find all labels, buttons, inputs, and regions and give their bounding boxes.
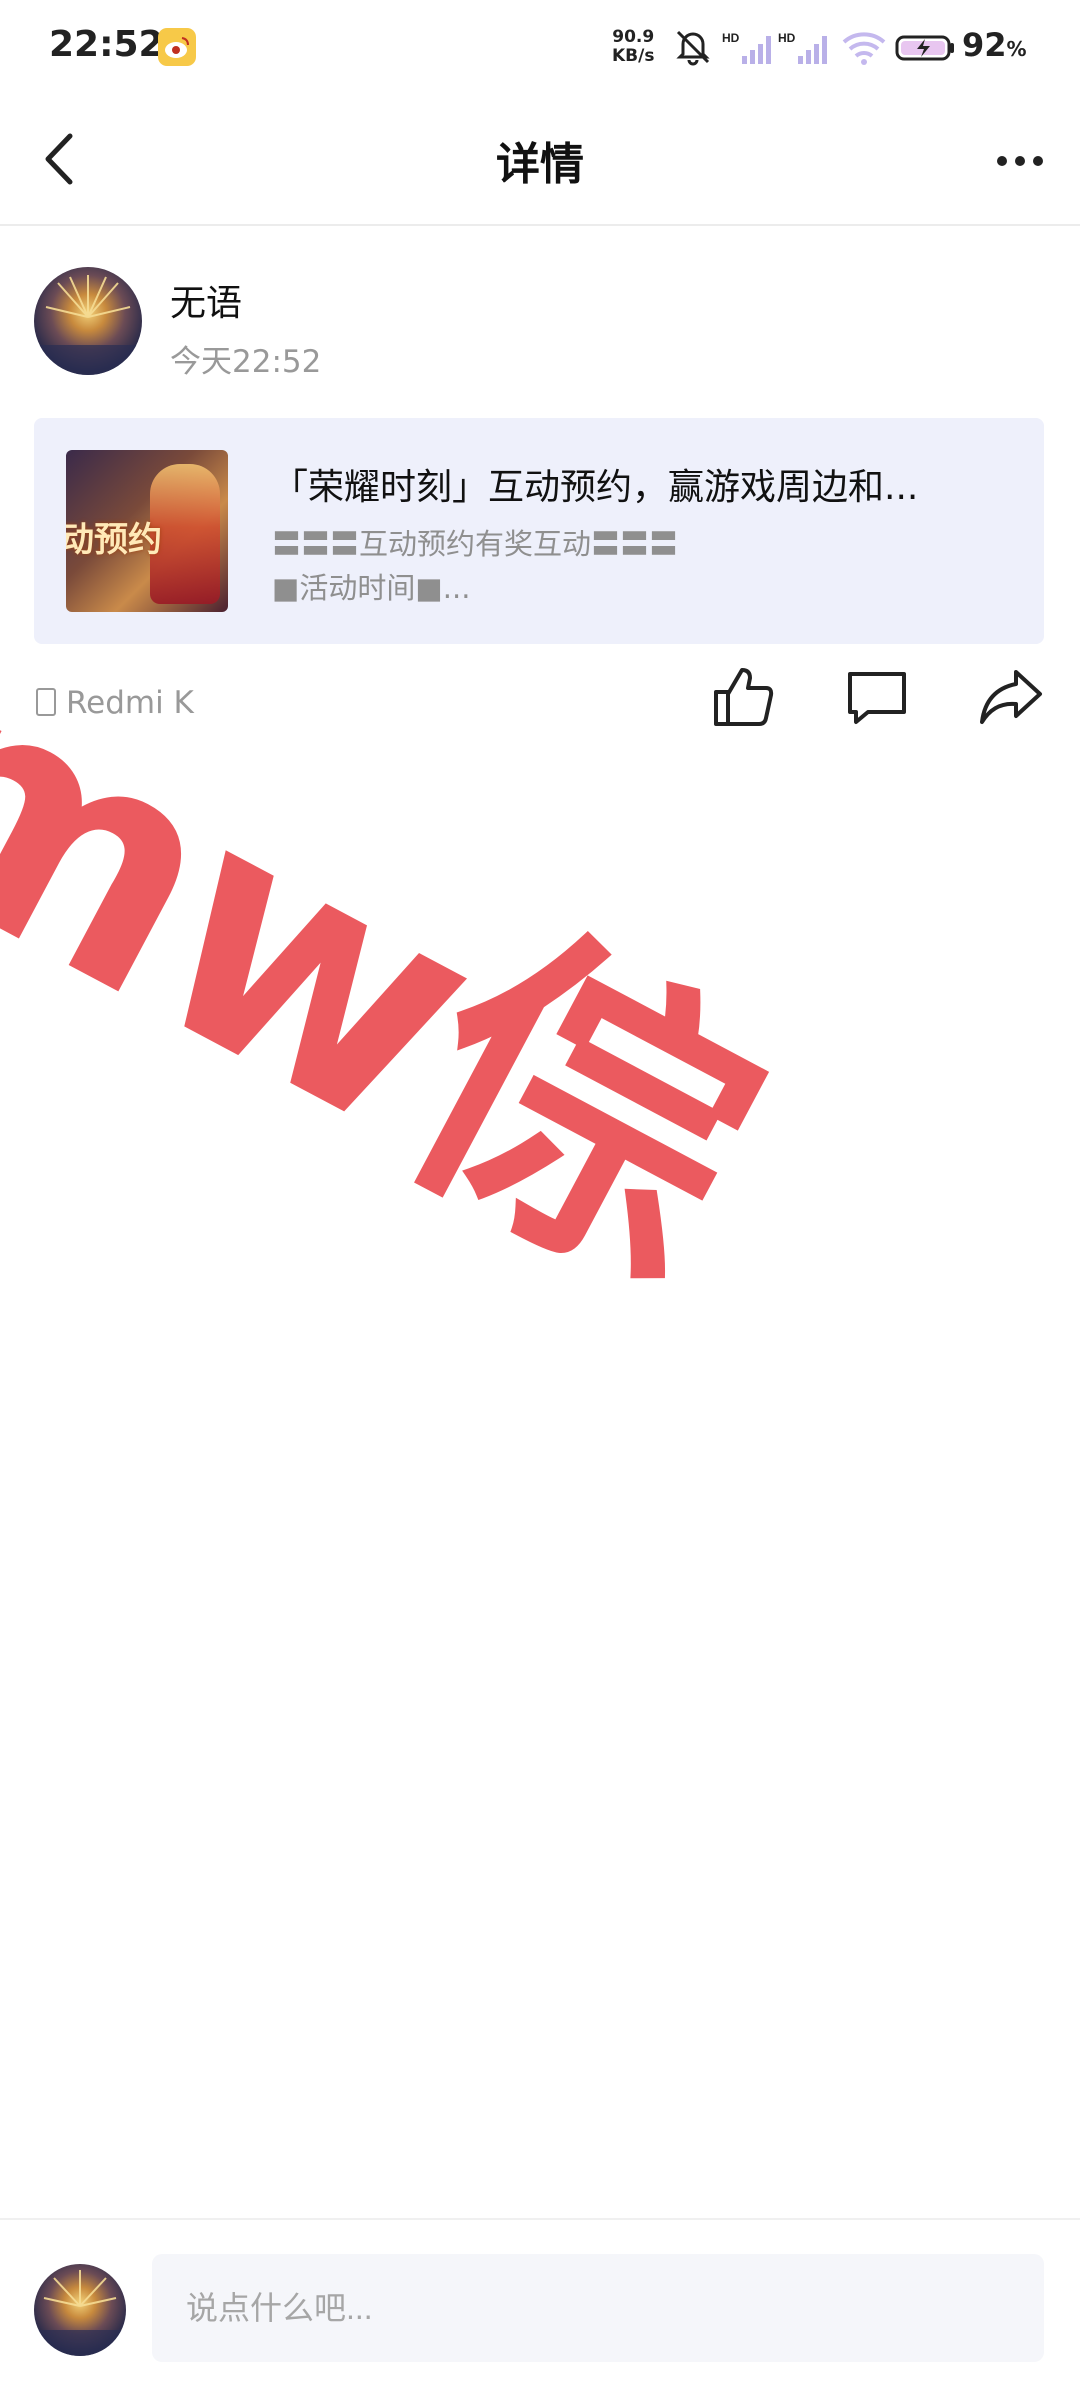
signal1-label: HD (722, 31, 740, 45)
comment-icon (848, 672, 906, 724)
battery-percent: 92% (962, 26, 1027, 64)
like-button[interactable] (708, 662, 778, 732)
card-title: 「荣耀时刻」互动预约，赢游戏周边和... (272, 467, 919, 508)
comment-button[interactable] (842, 662, 912, 732)
mute-bell-icon (670, 24, 716, 70)
device-name: Redmi K (66, 685, 194, 721)
author-avatar[interactable] (34, 267, 142, 375)
status-bar: 22:52 90.9 KB/s HD HD 92% (0, 0, 1080, 96)
comment-bar (0, 2218, 1080, 2402)
comment-input[interactable] (152, 2254, 1044, 2362)
more-options-button[interactable] (990, 136, 1060, 186)
status-time: 22:52 (49, 24, 164, 65)
signal-bars-icon: HD (778, 30, 834, 66)
card-description: 〓〓〓互动预约有奖互动〓〓〓 ■活动时间■... (272, 522, 1012, 610)
more-dots-icon (997, 156, 1043, 166)
card-desc-line: 〓〓〓互动预约有奖互动〓〓〓 (272, 527, 679, 561)
author-name[interactable]: 无语 (170, 274, 242, 326)
link-card[interactable]: 动预约 「荣耀时刻」互动预约，赢游戏周边和... 〓〓〓互动预约有奖互动〓〓〓 … (34, 418, 1044, 644)
phone-icon (36, 688, 56, 716)
share-arrow-icon (980, 670, 1042, 724)
wifi-icon (842, 30, 886, 66)
thumbs-up-icon (714, 668, 774, 726)
post-time: 今天22:52 (170, 344, 322, 380)
signal2-label: HD (778, 31, 796, 45)
speed-value: 90.9 (612, 27, 655, 47)
card-desc-line: ■活动时间■... (272, 571, 471, 605)
signal-bars-icon: HD (722, 30, 778, 66)
share-button[interactable] (976, 662, 1046, 732)
card-thumbnail: 动预约 (66, 450, 228, 612)
battery-value: 92 (962, 26, 1007, 64)
battery-unit: % (1006, 37, 1027, 61)
watermark: mw倧 (0, 585, 803, 1349)
page-title: 详情 (496, 139, 584, 190)
weibo-icon (158, 28, 196, 66)
thumbnail-text: 动预约 (66, 520, 162, 560)
device-label: Redmi K (36, 685, 194, 721)
speed-unit: KB/s (612, 46, 655, 66)
user-avatar[interactable] (34, 2264, 126, 2356)
battery-icon (895, 35, 955, 61)
network-speed: 90.9 KB/s (612, 28, 654, 66)
top-nav: 详情 (0, 96, 1080, 226)
